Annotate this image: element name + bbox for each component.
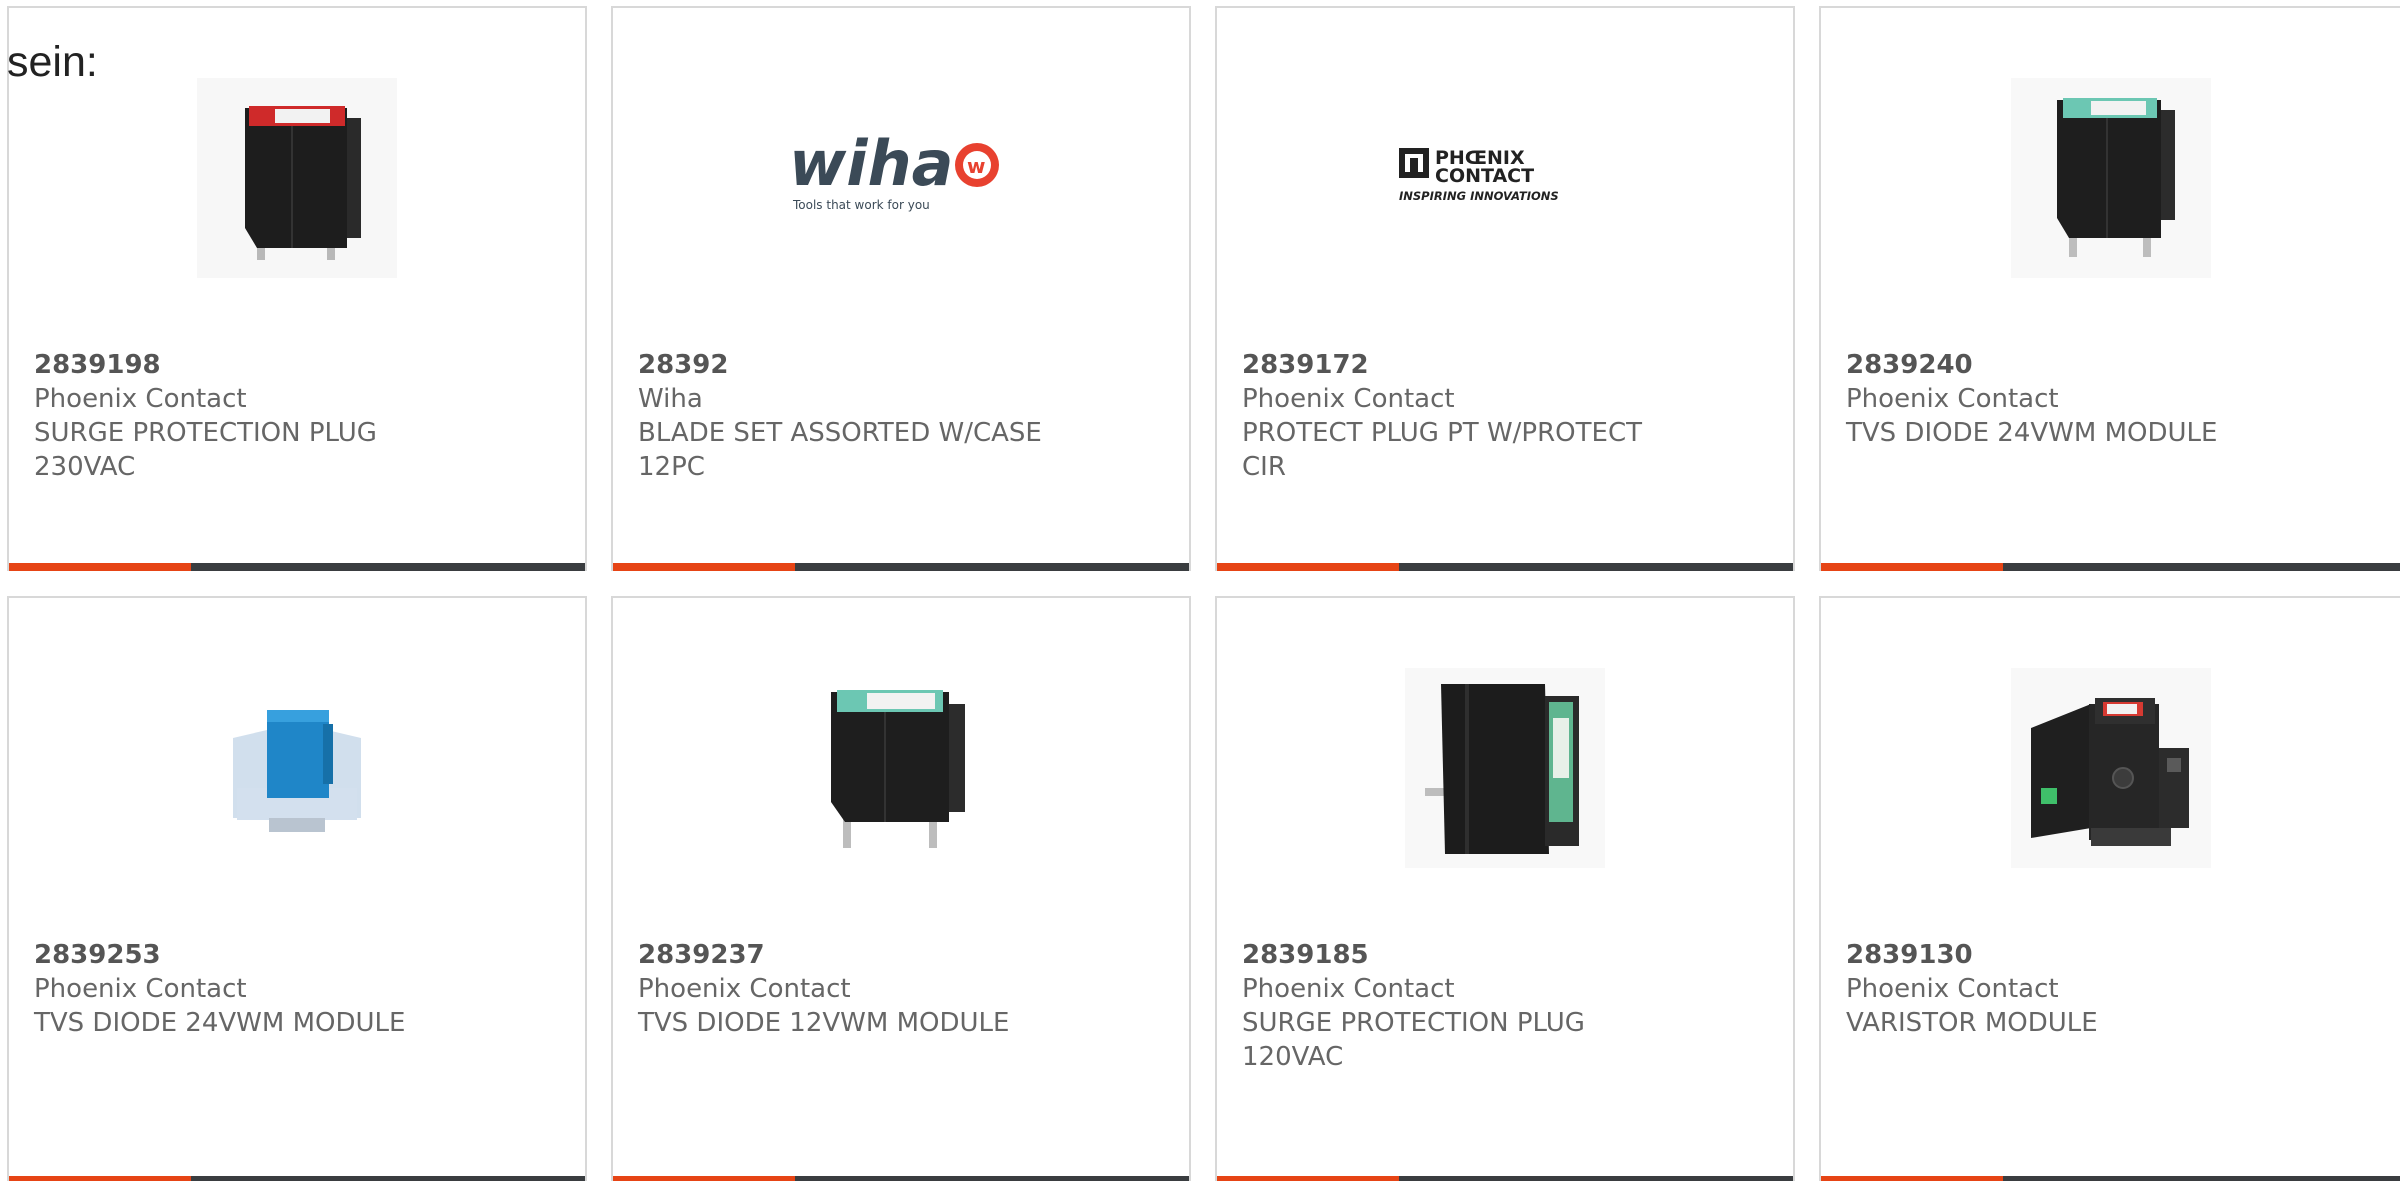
card-bar-accent <box>613 563 795 571</box>
card-bar-accent <box>1821 563 2003 571</box>
description: VARISTOR MODULE <box>1846 1008 2098 1038</box>
product-info: 2839172 Phoenix Contact PROTECT PLUG PT … <box>1242 348 1672 484</box>
card-bar-accent <box>1217 563 1399 571</box>
product-image[interactable] <box>1821 618 2400 918</box>
product-card[interactable]: PHŒNIX CONTACT INSPIRING INNOVATIONS 283… <box>1215 6 1795 571</box>
part-number[interactable]: 2839185 <box>1242 938 1672 972</box>
part-number[interactable]: 2839172 <box>1242 348 1672 382</box>
card-bar <box>613 563 1189 571</box>
part-number[interactable]: 2839198 <box>34 348 464 382</box>
phoenix-contact-logo-icon: PHŒNIX CONTACT INSPIRING INNOVATIONS <box>1399 147 1559 203</box>
product-info: 2839130 Phoenix Contact VARISTOR MODULE <box>1846 938 2276 1040</box>
card-bar-accent <box>9 1176 191 1181</box>
manufacturer: Phoenix Contact <box>1242 384 1455 414</box>
description: PROTECT PLUG PT W/PROTECT CIR <box>1242 418 1642 482</box>
card-bar-accent <box>1217 1176 1399 1181</box>
svg-text:CONTACT: CONTACT <box>1435 165 1534 187</box>
description: SURGE PROTECTION PLUG 120VAC <box>1242 1008 1585 1072</box>
description: TVS DIODE 12VWM MODULE <box>638 1008 1010 1038</box>
manufacturer: Phoenix Contact <box>1846 974 2059 1004</box>
product-card[interactable]: wiha w Tools that work for you 28392 Wih… <box>611 6 1191 571</box>
manufacturer: Phoenix Contact <box>34 384 247 414</box>
card-bar <box>1821 1176 2400 1181</box>
card-bar <box>1217 1176 1793 1181</box>
product-image[interactable] <box>1821 28 2400 328</box>
manufacturer: Phoenix Contact <box>1242 974 1455 1004</box>
card-bar-accent <box>1821 1176 2003 1181</box>
part-number[interactable]: 28392 <box>638 348 1068 382</box>
product-info: 2839240 Phoenix Contact TVS DIODE 24VWM … <box>1846 348 2276 450</box>
product-image[interactable]: PHŒNIX CONTACT INSPIRING INNOVATIONS <box>1217 28 1793 328</box>
part-number[interactable]: 2839237 <box>638 938 1068 972</box>
card-bar <box>1217 563 1793 571</box>
description: BLADE SET ASSORTED W/CASE 12PC <box>638 418 1042 482</box>
description: SURGE PROTECTION PLUG 230VAC <box>34 418 377 482</box>
card-bar <box>613 1176 1189 1181</box>
manufacturer: Phoenix Contact <box>34 974 247 1004</box>
product-image[interactable] <box>9 618 585 918</box>
card-bar <box>9 1176 585 1181</box>
product-info: 2839198 Phoenix Contact SURGE PROTECTION… <box>34 348 464 484</box>
product-card[interactable]: 2839253 Phoenix Contact TVS DIODE 24VWM … <box>7 596 587 1181</box>
product-card[interactable]: 2839185 Phoenix Contact SURGE PROTECTION… <box>1215 596 1795 1181</box>
description: TVS DIODE 24VWM MODULE <box>34 1008 406 1038</box>
manufacturer: Phoenix Contact <box>638 974 851 1004</box>
tvs-plug-green-label-icon <box>2010 78 2211 278</box>
product-info: 28392 Wiha BLADE SET ASSORTED W/CASE 12P… <box>638 348 1068 484</box>
manufacturer: Wiha <box>638 384 703 414</box>
product-card[interactable]: 2839237 Phoenix Contact TVS DIODE 12VWM … <box>611 596 1191 1181</box>
surge-plug-side-view-icon <box>1405 668 1605 868</box>
product-image[interactable] <box>1217 618 1793 918</box>
intro-text: sein: <box>7 38 98 86</box>
part-number[interactable]: 2839130 <box>1846 938 2276 972</box>
manufacturer: Phoenix Contact <box>1846 384 2059 414</box>
card-bar <box>1821 563 2400 571</box>
product-image[interactable]: wiha w Tools that work for you <box>613 28 1189 328</box>
varistor-din-module-icon <box>2010 668 2211 868</box>
product-card[interactable]: 2839240 Phoenix Contact TVS DIODE 24VWM … <box>1819 6 2400 571</box>
product-card[interactable]: 2839198 Phoenix Contact SURGE PROTECTION… <box>7 6 587 571</box>
surge-plug-red-label-icon <box>197 78 397 278</box>
part-number[interactable]: 2839253 <box>34 938 464 972</box>
blue-din-module-icon <box>233 710 361 832</box>
svg-text:INSPIRING INNOVATIONS: INSPIRING INNOVATIONS <box>1399 189 1559 203</box>
wiha-logo-icon: wiha w Tools that work for you <box>789 127 999 212</box>
svg-text:wiha: wiha <box>789 127 954 200</box>
description: TVS DIODE 24VWM MODULE <box>1846 418 2218 448</box>
card-bar-accent <box>613 1176 795 1181</box>
tvs-plug-green-label-icon <box>801 668 1001 868</box>
card-bar-accent <box>9 563 191 571</box>
product-info: 2839237 Phoenix Contact TVS DIODE 12VWM … <box>638 938 1068 1040</box>
card-bar <box>9 563 585 571</box>
product-image[interactable] <box>613 618 1189 918</box>
svg-text:Tools that work for you: Tools that work for you <box>792 198 930 212</box>
product-info: 2839253 Phoenix Contact TVS DIODE 24VWM … <box>34 938 464 1040</box>
part-number[interactable]: 2839240 <box>1846 348 2276 382</box>
product-card[interactable]: 2839130 Phoenix Contact VARISTOR MODULE <box>1819 596 2400 1181</box>
svg-text:w: w <box>967 154 985 178</box>
product-info: 2839185 Phoenix Contact SURGE PROTECTION… <box>1242 938 1672 1074</box>
